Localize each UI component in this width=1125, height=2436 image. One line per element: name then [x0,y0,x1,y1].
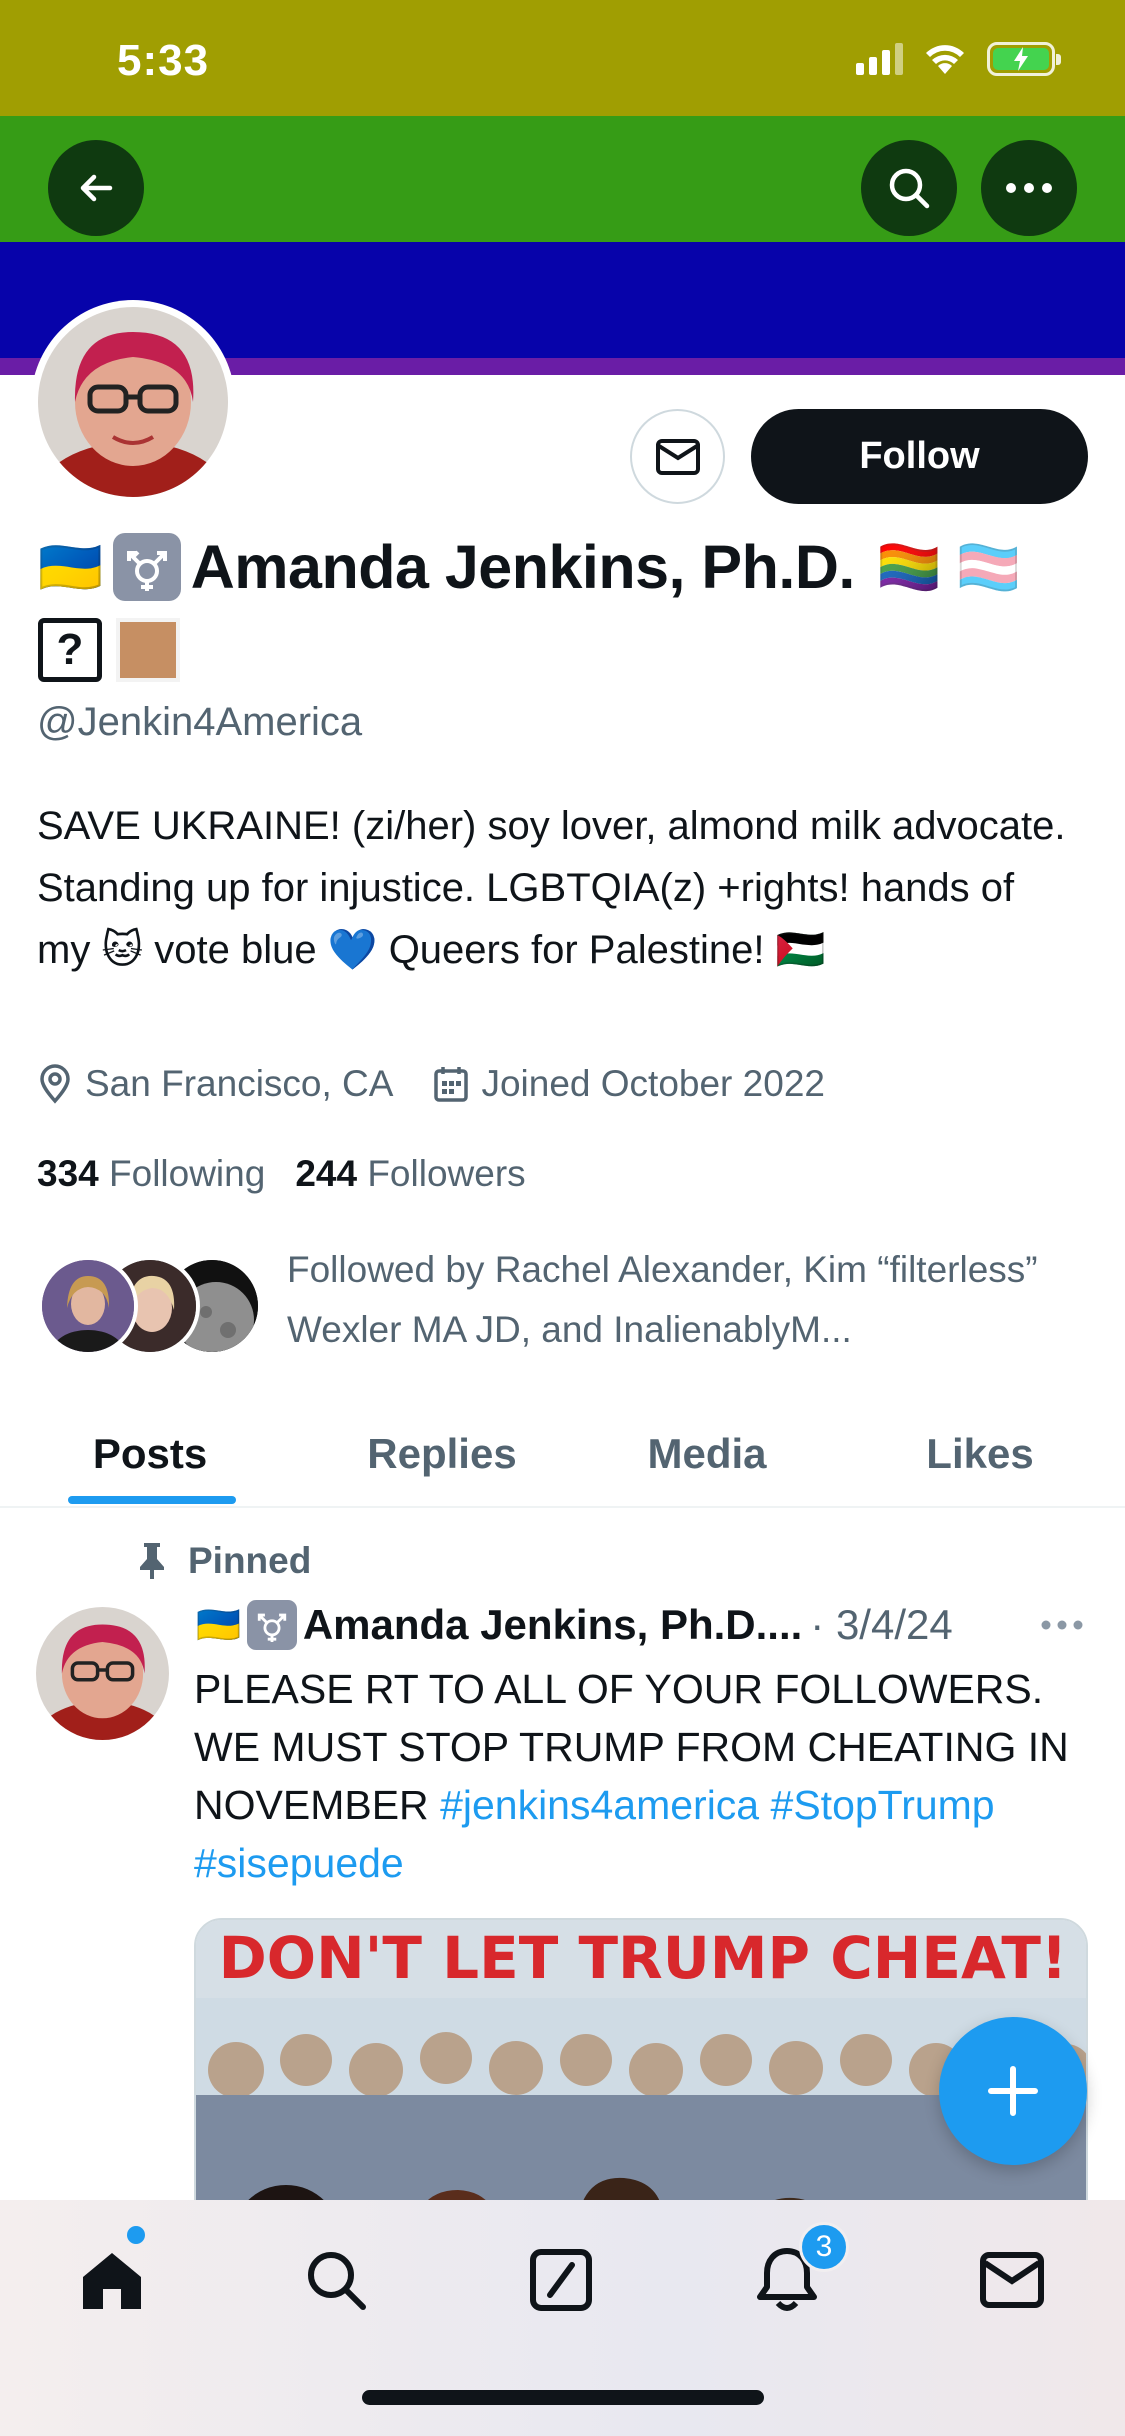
cellular-signal-icon [856,43,903,75]
envelope-icon [655,438,700,475]
post-header: 🇺🇦 Amanda Jenkins, Ph.D.... · 3/4/24 [196,1600,1096,1650]
unknown-emoji-box: ? [38,618,102,682]
home-indicator [362,2390,764,2405]
notification-badge: 3 [799,2222,849,2272]
pin-icon [140,1543,164,1579]
nav-messages[interactable] [972,2240,1052,2320]
profile-avatar[interactable] [31,300,235,504]
joined-text: Joined October 2022 [481,1063,825,1104]
wifi-icon [926,45,964,74]
battery-icon [987,42,1061,76]
bio-text-2: vote blue [154,928,317,972]
back-button[interactable] [48,140,144,236]
following-label: Following [109,1153,266,1194]
bio-text-3: Queers for Palestine! [388,928,765,972]
followers-count: 244 [295,1153,358,1194]
display-name-second-line: ? [38,618,180,682]
pinned-text: Pinned [188,1540,312,1581]
follower-avatar [38,1256,138,1356]
hashtag-link[interactable]: #StopTrump [771,1782,995,1828]
more-dots-icon [1006,183,1052,193]
skin-tone-swatch-icon [116,618,180,682]
post-text: PLEASE RT TO ALL OF YOUR FOLLOWERS. WE M… [194,1660,1094,1892]
calendar-icon [434,1067,469,1102]
location-text: San Francisco, CA [85,1063,394,1104]
home-unread-dot [127,2226,145,2244]
nav-compose[interactable] [521,2240,601,2320]
message-button[interactable] [630,409,725,504]
nav-home[interactable] [72,2240,152,2320]
avatar-photo [38,307,228,497]
plus-icon [988,2066,1038,2116]
search-button[interactable] [861,140,957,236]
arrow-left-icon [80,174,113,202]
follow-counts: 334 Following 244 Followers [37,1153,526,1195]
followers-link[interactable]: 244 Followers [295,1153,525,1195]
hashtag-link[interactable]: #jenkins4america [440,1782,759,1828]
location: San Francisco, CA [37,1063,393,1105]
post-author-avatar[interactable] [36,1607,169,1740]
pinned-label-row: Pinned [136,1540,311,1582]
transgender-symbol-icon [246,1600,297,1650]
transgender-symbol-icon [112,533,181,601]
blue-heart-emoji: 💙 [327,928,378,972]
status-icons [856,42,1061,76]
following-link[interactable]: 334 Following [37,1153,265,1195]
following-count: 334 [37,1153,99,1194]
location-pin-icon [40,1064,70,1104]
ukraine-flag-emoji: 🇺🇦 [38,538,103,597]
profile-meta: San Francisco, CA Joined October 2022 [37,1063,865,1105]
followers-label: Followers [367,1153,526,1194]
profile-handle: @Jenkin4America [37,700,363,744]
followed-by-avatars[interactable] [38,1256,263,1356]
compose-icon [530,2249,592,2311]
profile-bio: SAVE UKRAINE! (zi/her) soy lover, almond… [37,795,1077,981]
followed-by-text[interactable]: Followed by Rachel Alexander, Kim “filte… [287,1240,1087,1360]
compose-fab-button[interactable] [939,2017,1087,2165]
search-icon [889,168,930,209]
post-author-name[interactable]: Amanda Jenkins, Ph.D.... [303,1601,802,1649]
tab-likes[interactable]: Likes [880,1400,1080,1508]
hashtag-link[interactable]: #sisepuede [194,1840,404,1886]
tab-media[interactable]: Media [607,1400,807,1508]
display-name: Amanda Jenkins, Ph.D. [190,533,856,601]
profile-tabs: Posts Replies Media Likes [0,1400,1125,1508]
home-icon [83,2253,141,2309]
post-image-caption: DON'T LET TRUMP CHEAT! [219,1924,1068,1992]
messages-icon [980,2252,1044,2308]
follow-button[interactable]: Follow [751,409,1088,504]
cat-emoji: 🐱 [101,928,144,972]
more-button[interactable] [981,140,1077,236]
pride-flags-emoji: 🏳️‍🌈 🏳️‍⚧️ [876,538,1021,597]
ukraine-flag-emoji: 🇺🇦 [196,1604,241,1645]
tab-replies[interactable]: Replies [342,1400,542,1508]
active-tab-indicator [68,1496,236,1504]
tab-posts[interactable]: Posts [50,1400,250,1508]
display-name-row: 🇺🇦 Amanda Jenkins, Ph.D. 🏳️‍🌈 🏳️‍⚧️ [38,532,1021,602]
post-more-icon[interactable] [1037,1610,1087,1640]
status-time: 5:33 [117,36,210,85]
joined-date: Joined October 2022 [433,1063,825,1105]
palestine-flag-emoji: 🇵🇸 [775,928,826,972]
nav-search[interactable] [296,2240,376,2320]
search-icon [308,2252,366,2310]
post-date[interactable]: · 3/4/24 [810,1601,952,1649]
